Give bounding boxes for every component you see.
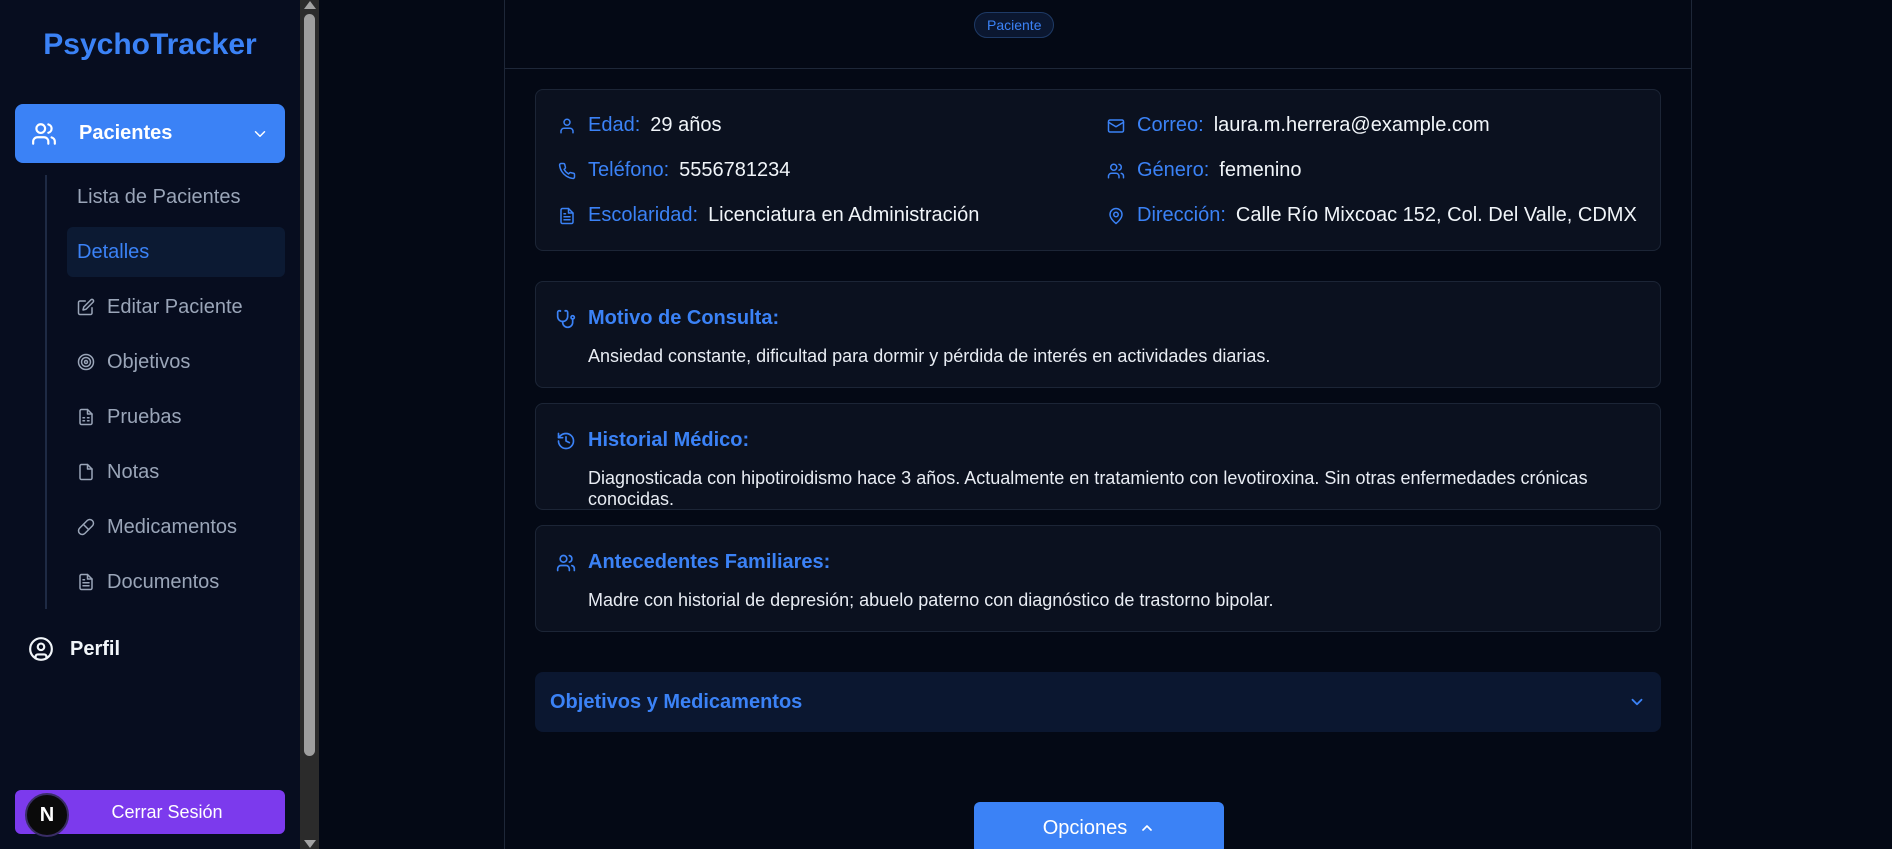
antecedentes-familiares-title: Antecedentes Familiares: xyxy=(556,551,830,574)
sidebar-item-label: Objetivos xyxy=(107,350,191,373)
sidebar-scrollbar[interactable] xyxy=(300,0,319,849)
nav-pacientes-label: Pacientes xyxy=(79,122,173,144)
phone-icon xyxy=(558,162,576,180)
sidebar-item-label: Editar Paciente xyxy=(107,295,243,318)
historial-medico-title-text: Historial Médico: xyxy=(588,429,750,451)
sidebar-item-medicamentos[interactable]: Medicamentos xyxy=(67,502,285,552)
sidebar-item-perfil[interactable]: Perfil xyxy=(28,636,120,662)
logout-label: Cerrar Sesión xyxy=(111,801,223,822)
sidebar-item-documentos[interactable]: Documentos xyxy=(67,557,285,607)
scroll-up-arrow-icon[interactable] xyxy=(304,1,316,9)
options-label: Opciones xyxy=(1042,816,1128,839)
objetivos-medicamentos-accordion[interactable]: Objetivos y Medicamentos xyxy=(535,672,1661,732)
telefono-label: Teléfono: xyxy=(588,159,670,181)
info-edad: Edad: 29 años xyxy=(558,114,721,137)
direccion-label: Dirección: xyxy=(1137,204,1226,226)
sidebar-item-label: Pruebas xyxy=(107,405,182,428)
motivo-consulta-title-text: Motivo de Consulta: xyxy=(588,307,780,329)
target-icon xyxy=(77,353,95,371)
motivo-consulta-title: Motivo de Consulta: xyxy=(556,307,779,330)
subnav-divider xyxy=(45,175,47,609)
users-icon xyxy=(31,121,57,147)
edad-label: Edad: xyxy=(588,114,641,136)
edad-value: 29 años xyxy=(650,114,722,136)
scroll-thumb[interactable] xyxy=(304,14,315,756)
sidebar-item-label: Documentos xyxy=(107,570,220,593)
user-icon xyxy=(558,117,576,135)
chevron-down-icon xyxy=(1628,693,1646,711)
info-telefono: Teléfono: 5556781234 xyxy=(558,159,790,182)
telefono-value: 5556781234 xyxy=(679,159,791,181)
sidebar-item-lista-pacientes[interactable]: Lista de Pacientes xyxy=(67,172,285,222)
direccion-value: Calle Río Mixcoac 152, Col. Del Valle, C… xyxy=(1235,204,1637,226)
logout-button[interactable]: N Cerrar Sesión xyxy=(15,790,285,837)
accordion-label: Objetivos y Medicamentos xyxy=(550,690,803,713)
patient-info-card: Edad: 29 años Teléfono: 5556781234 Escol… xyxy=(535,89,1661,251)
options-button[interactable]: Opciones xyxy=(974,802,1224,849)
pill-icon xyxy=(77,518,95,536)
patient-details-panel: Paciente Edad: 29 años Teléfono: 5556781… xyxy=(504,0,1692,849)
historial-medico-title: Historial Médico: xyxy=(556,429,749,452)
historial-medico-text: Diagnosticada con hipotiroidismo hace 3 … xyxy=(588,468,1588,509)
users-icon xyxy=(556,553,576,573)
correo-label: Correo: xyxy=(1137,114,1204,136)
sidebar-item-detalles[interactable]: Detalles xyxy=(67,227,285,277)
role-badge: Paciente xyxy=(974,12,1055,38)
historial-medico-card: Historial Médico: Diagnosticada con hipo… xyxy=(535,403,1661,510)
history-icon xyxy=(556,431,576,451)
user-avatar[interactable]: N xyxy=(25,793,69,837)
panel-header: Paciente xyxy=(505,0,1691,69)
stethoscope-icon xyxy=(556,309,576,329)
user-circle-icon xyxy=(28,636,54,662)
clipboard-icon xyxy=(77,408,95,426)
sidebar-item-label: Lista de Pacientes xyxy=(77,185,241,208)
chevron-up-icon xyxy=(1139,820,1155,836)
escolaridad-label: Escolaridad: xyxy=(588,204,699,226)
sidebar-item-objetivos[interactable]: Objetivos xyxy=(67,337,285,387)
sidebar: PsychoTracker Pacientes Lista de Pacient… xyxy=(0,0,300,849)
file-icon xyxy=(77,463,95,481)
correo-value: laura.m.herrera@example.com xyxy=(1213,114,1490,136)
sidebar-item-label: Detalles xyxy=(77,240,150,263)
nav-pacientes[interactable]: Pacientes xyxy=(15,104,285,163)
edit-icon xyxy=(77,298,95,316)
sidebar-item-pruebas[interactable]: Pruebas xyxy=(67,392,285,442)
perfil-label: Perfil xyxy=(70,637,121,660)
document-icon xyxy=(558,207,576,225)
motivo-consulta-text: Ansiedad constante, dificultad para dorm… xyxy=(588,346,1271,366)
genero-value: femenino xyxy=(1219,159,1302,181)
sidebar-item-notas[interactable]: Notas xyxy=(67,447,285,497)
antecedentes-familiares-text: Madre con historial de depresión; abuelo… xyxy=(588,590,1274,610)
info-genero: Género: femenino xyxy=(1107,159,1302,182)
antecedentes-familiares-card: Antecedentes Familiares: Madre con histo… xyxy=(535,525,1661,632)
chevron-down-icon xyxy=(251,125,269,143)
escolaridad-value: Licenciatura en Administración xyxy=(708,204,980,226)
motivo-consulta-card: Motivo de Consulta: Ansiedad constante, … xyxy=(535,281,1661,388)
info-escolaridad: Escolaridad: Licenciatura en Administrac… xyxy=(558,204,979,227)
info-correo: Correo: laura.m.herrera@example.com xyxy=(1107,114,1490,137)
file-text-icon xyxy=(77,573,95,591)
sidebar-item-label: Notas xyxy=(107,460,160,483)
antecedentes-familiares-title-text: Antecedentes Familiares: xyxy=(588,551,831,573)
mail-icon xyxy=(1107,117,1125,135)
sidebar-item-editar-paciente[interactable]: Editar Paciente xyxy=(67,282,285,332)
sidebar-item-label: Medicamentos xyxy=(107,515,238,538)
scroll-down-arrow-icon[interactable] xyxy=(304,840,316,848)
users-icon xyxy=(1107,162,1125,180)
map-pin-icon xyxy=(1107,207,1125,225)
patient-subnav: Lista de Pacientes Detalles Editar Pacie… xyxy=(67,172,285,612)
genero-label: Género: xyxy=(1137,159,1210,181)
info-direccion: Dirección: Calle Río Mixcoac 152, Col. D… xyxy=(1107,204,1637,227)
app-logo[interactable]: PsychoTracker xyxy=(0,28,300,62)
